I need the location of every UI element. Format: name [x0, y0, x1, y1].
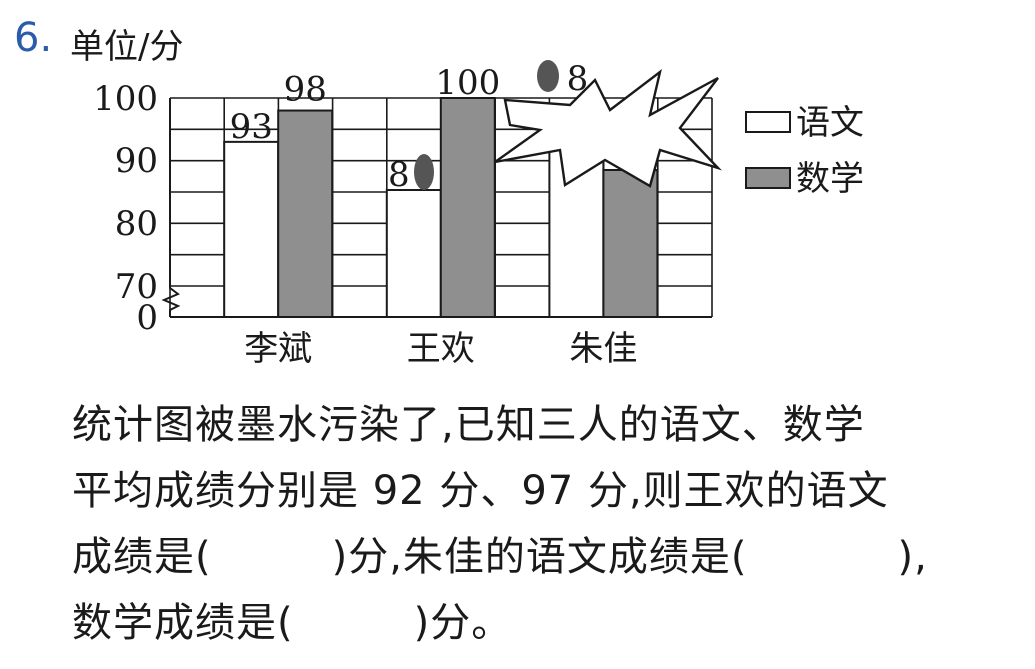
problem-text-4b: )分。	[413, 600, 513, 646]
y-tick-label-1: 90	[115, 141, 158, 181]
problem-line-4: 数学成绩是( )分。	[72, 590, 1022, 656]
problem-line-1: 统计图被墨水污染了,已知三人的语文、数学	[72, 392, 1022, 458]
question-page: 6. 100 90 80 70 0 单位/分 李斌 王欢 朱佳 93 98 8 100 8 语文 数学 统计图…	[0, 0, 1035, 669]
bar-李斌-数学	[277, 109, 334, 318]
ink-blot-wanghuan	[414, 154, 434, 190]
problem-line-3: 成绩是( )分,朱佳的语文成绩是(),	[72, 524, 1022, 590]
y-tick-label-2: 80	[115, 204, 158, 244]
problem-text-4a: 数学成绩是(	[72, 600, 294, 646]
problem-text-3b: )分,朱佳的语文成绩是(	[331, 534, 748, 580]
y-axis-unit-label: 单位/分	[70, 27, 183, 67]
legend-label-0: 语文	[796, 103, 864, 143]
data-label-1: 98	[284, 70, 327, 110]
bar-王欢-语文-obscured	[385, 189, 442, 318]
data-label-0: 93	[230, 107, 273, 147]
ink-blot-zhujia	[537, 60, 559, 92]
problem-line-2: 平均成绩分别是 92 分、97 分,则王欢的语文	[72, 458, 1022, 524]
legend-swatch-0	[745, 111, 791, 133]
data-label-3: 100	[435, 63, 500, 103]
problem-text-3a: 成绩是(	[72, 534, 212, 580]
y-tick-label-0: 100	[93, 79, 158, 119]
bar-李斌-语文	[223, 140, 280, 318]
bar-朱佳-数学-obscured	[602, 169, 659, 318]
x-category-label-1: 王欢	[407, 329, 475, 369]
problem-text-2: 平均成绩分别是 92 分、97 分,则王欢的语文	[72, 468, 889, 514]
y-tick-label-4: 0	[136, 298, 158, 338]
y-axis-break-symbol	[161, 98, 181, 317]
legend-swatch-1	[745, 167, 791, 189]
bar-王欢-数学	[439, 97, 496, 318]
data-label-2: 8	[388, 155, 410, 195]
problem-text-1: 统计图被墨水污染了,已知三人的语文、数学	[72, 402, 865, 448]
legend-label-1: 数学	[796, 159, 864, 199]
problem-statement: 统计图被墨水污染了,已知三人的语文、数学 平均成绩分别是 92 分、97 分,则…	[72, 392, 1022, 656]
x-category-label-0: 李斌	[244, 329, 312, 369]
bar-chart: 1009080700单位/分李斌 王欢 朱佳93988100 8语文数学	[70, 27, 864, 369]
problem-text-3c: ),	[897, 534, 928, 580]
x-category-label-2: 朱佳	[569, 329, 637, 369]
